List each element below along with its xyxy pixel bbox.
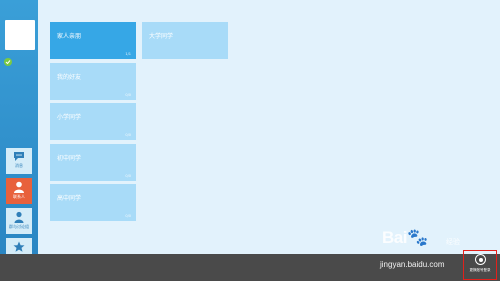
group-name: 家人亲朋 (57, 33, 82, 40)
settings-icon (475, 254, 486, 265)
group-count: 1/1 (125, 52, 131, 56)
group-name: 我的好友 (57, 73, 82, 81)
watermark-url: jingyan.baidu.com (380, 260, 445, 269)
group-tile[interactable]: 家人亲朋 1/1 (50, 22, 136, 59)
group-tile[interactable]: 小学同学 0/0 (50, 103, 136, 140)
sidebar-item-label: 联系人 (13, 194, 25, 199)
online-status-icon[interactable] (4, 58, 12, 66)
switch-account-label: 更换账号登录 (469, 268, 491, 272)
sidebar-item-label: 消息 (15, 163, 23, 168)
group-name: 大学同学 (149, 33, 174, 40)
group-count: 0/0 (125, 133, 131, 137)
people-icon (14, 211, 24, 223)
group-tile[interactable]: 大学同学 (142, 22, 228, 59)
star-icon (13, 241, 25, 252)
sidebar-item-contacts[interactable]: 联系人 (6, 178, 32, 204)
person-icon (14, 181, 24, 193)
switch-account-button[interactable]: 更换账号登录 (463, 250, 497, 280)
group-name: 小学同学 (57, 114, 82, 121)
watermark-suffix: 经验 (446, 238, 460, 246)
watermark-logo: Bai🐾 (382, 228, 428, 247)
group-tile[interactable]: 初中同学 0/0 (50, 143, 136, 181)
group-count: 0/0 (125, 214, 131, 218)
sidebar-item-label: 群与讨论组 (9, 224, 29, 229)
group-name: 高中同学 (57, 195, 82, 202)
sidebar-item-messages[interactable]: 消息 (6, 148, 32, 174)
group-count: 0/0 (125, 92, 131, 97)
sidebar-item-groups[interactable]: 群与讨论组 (6, 208, 32, 234)
group-count: 0/0 (125, 173, 131, 178)
group-name: 初中同学 (57, 154, 82, 162)
chat-icon (14, 152, 24, 161)
sidebar: 消息 联系人 群与讨论组 (0, 0, 38, 254)
avatar[interactable] (5, 20, 35, 50)
sidebar-item-favorites[interactable] (6, 238, 32, 254)
group-tile[interactable]: 高中同学 0/0 (50, 184, 136, 221)
watermark: Bai🐾 经验 jingyan.baidu.com (340, 226, 475, 276)
group-tile[interactable]: 我的好友 0/0 (50, 62, 136, 100)
